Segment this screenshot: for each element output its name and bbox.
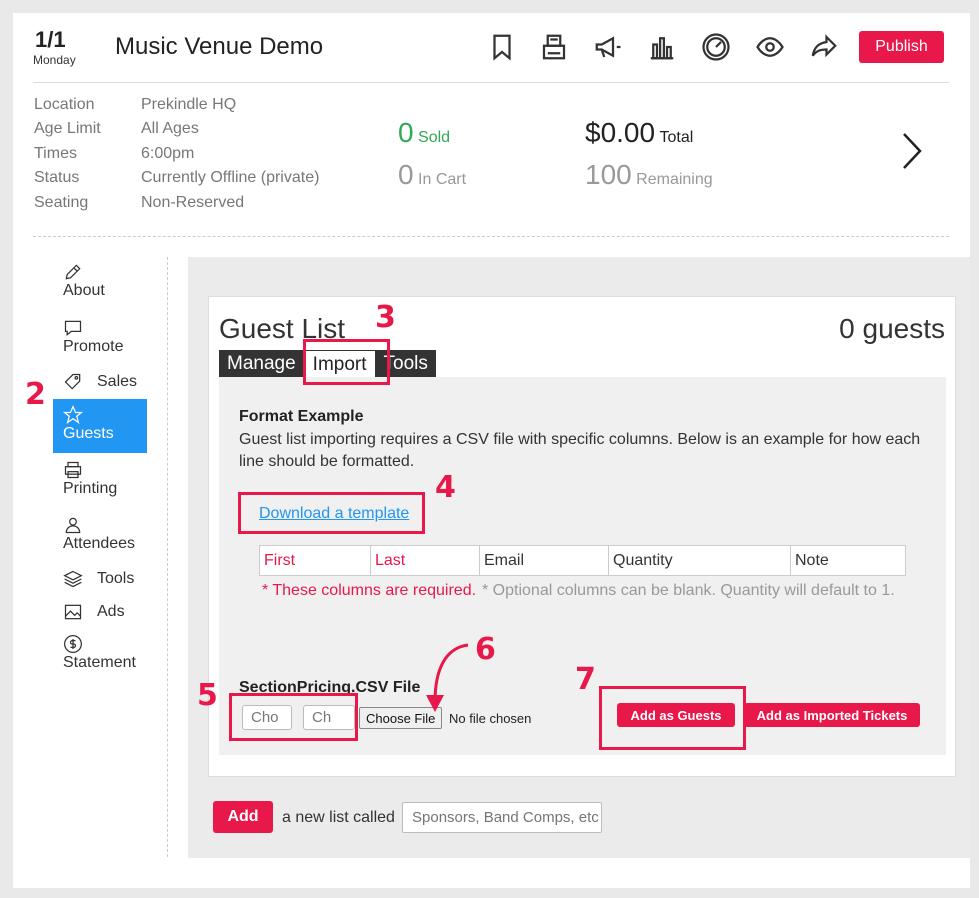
cart-label: In Cart bbox=[418, 171, 467, 188]
sidebar-item-label: Tools bbox=[97, 570, 135, 587]
info-value: Currently Offline (private) bbox=[141, 169, 320, 186]
info-label: Age Limit bbox=[34, 120, 101, 137]
format-description: Guest list importing requires a CSV file… bbox=[239, 431, 921, 470]
column-first: First bbox=[259, 545, 371, 576]
column-last: Last bbox=[370, 545, 480, 576]
date-fraction: 1/1 bbox=[35, 27, 66, 52]
tab-manage[interactable]: Manage bbox=[219, 350, 304, 377]
info-label: Location bbox=[34, 96, 95, 113]
image-icon bbox=[64, 604, 82, 620]
share-icon[interactable] bbox=[807, 30, 841, 64]
sidebar-item-attendees[interactable]: Attendees bbox=[53, 515, 147, 553]
sidebar-item-label: Statement bbox=[63, 654, 136, 671]
info-label: Seating bbox=[34, 194, 89, 211]
date-day: Monday bbox=[33, 53, 76, 67]
table-row: First Last Email Quantity Note bbox=[259, 545, 906, 576]
sidebar-item-statement[interactable]: Statement bbox=[53, 634, 147, 672]
total-stat: $0.00 Total bbox=[585, 117, 693, 149]
sold-label: Sold bbox=[418, 129, 451, 146]
chevron-right-icon[interactable] bbox=[901, 131, 923, 176]
total-amount: $0.00 bbox=[585, 117, 656, 148]
info-value: 6:00pm bbox=[141, 145, 195, 162]
guest-count: 0 guests bbox=[839, 313, 945, 344]
header-divider bbox=[33, 82, 949, 83]
add-list-button[interactable]: Add bbox=[213, 801, 273, 833]
sold-stat: 0 Sold bbox=[398, 117, 450, 149]
speedometer-icon[interactable] bbox=[699, 30, 733, 64]
info-value: All Ages bbox=[141, 120, 199, 137]
column-note: Note bbox=[790, 545, 906, 576]
annotation-4: 4 bbox=[435, 470, 456, 505]
event-title: Music Venue Demo bbox=[115, 33, 324, 60]
sidebar-item-label: About bbox=[63, 282, 105, 299]
column-email: Email bbox=[479, 545, 609, 576]
sidebar-item-ads[interactable]: Ads bbox=[53, 601, 147, 623]
sidebar-item-about[interactable]: About bbox=[53, 262, 147, 300]
register-icon[interactable] bbox=[537, 30, 571, 64]
new-list-input[interactable] bbox=[402, 802, 602, 833]
eye-icon[interactable] bbox=[753, 30, 787, 64]
sidebar-item-tools[interactable]: Tools bbox=[53, 568, 147, 590]
annotation-arrow-icon bbox=[426, 643, 469, 712]
bookmark-icon[interactable] bbox=[485, 30, 519, 64]
annotation-box-selects bbox=[229, 693, 358, 741]
person-icon bbox=[65, 517, 81, 534]
cart-count: 0 bbox=[398, 159, 414, 190]
megaphone-icon[interactable] bbox=[591, 30, 625, 64]
sidebar-item-label: Promote bbox=[63, 338, 124, 355]
bar-chart-icon[interactable] bbox=[645, 30, 679, 64]
optional-note: * Optional columns can be blank. Quantit… bbox=[482, 582, 895, 599]
info-value: Non-Reserved bbox=[141, 194, 245, 211]
new-list-text: a new list called bbox=[282, 809, 395, 826]
sidebar-divider bbox=[167, 257, 168, 857]
annotation-2: 2 bbox=[25, 377, 46, 412]
remaining-label: Remaining bbox=[636, 171, 713, 188]
required-note: * These columns are required. bbox=[262, 582, 477, 599]
sidebar-item-sales[interactable]: Sales bbox=[53, 371, 147, 393]
publish-button[interactable]: Publish bbox=[859, 31, 944, 63]
cart-stat: 0 In Cart bbox=[398, 159, 466, 191]
format-title: Format Example bbox=[239, 408, 364, 425]
sidebar-item-label: Attendees bbox=[63, 535, 136, 552]
sidebar-item-printing[interactable]: Printing bbox=[53, 460, 147, 498]
sidebar-item-guests[interactable]: Guests bbox=[53, 399, 147, 453]
annotation-7: 7 bbox=[575, 662, 596, 697]
add-as-imported-tickets-button[interactable]: Add as Imported Tickets bbox=[744, 703, 920, 727]
csv-format-table: First Last Email Quantity Note bbox=[259, 545, 906, 576]
annotation-box-download bbox=[238, 492, 425, 534]
total-label: Total bbox=[659, 129, 694, 146]
info-value: Prekindle HQ bbox=[141, 96, 237, 113]
layers-icon bbox=[63, 570, 83, 588]
speech-bubble-icon bbox=[64, 320, 82, 336]
info-label: Times bbox=[34, 145, 77, 162]
info-label: Status bbox=[34, 169, 80, 186]
sidebar-item-label: Printing bbox=[63, 480, 118, 497]
pencil-icon bbox=[65, 264, 81, 280]
annotation-box-add-guests bbox=[599, 686, 746, 750]
remaining-stat: 100 Remaining bbox=[585, 159, 713, 191]
tag-icon bbox=[64, 373, 81, 390]
event-card: 1/1 Monday Music Venue Demo Publish Loca… bbox=[13, 13, 970, 888]
sidebar-item-promote[interactable]: Promote bbox=[53, 318, 147, 356]
dollar-icon bbox=[64, 635, 82, 653]
star-icon bbox=[63, 405, 83, 424]
printer-icon bbox=[64, 461, 82, 479]
sold-count: 0 bbox=[398, 117, 414, 148]
column-quantity: Quantity bbox=[608, 545, 791, 576]
info-divider bbox=[33, 236, 949, 237]
annotation-5: 5 bbox=[197, 678, 218, 713]
annotation-box-import-tab bbox=[303, 339, 390, 385]
remaining-count: 100 bbox=[585, 159, 632, 190]
sidebar-item-label: Sales bbox=[97, 373, 138, 390]
sidebar-item-label: Ads bbox=[97, 603, 125, 620]
annotation-3: 3 bbox=[375, 300, 396, 335]
sidebar-item-label: Guests bbox=[63, 425, 114, 442]
